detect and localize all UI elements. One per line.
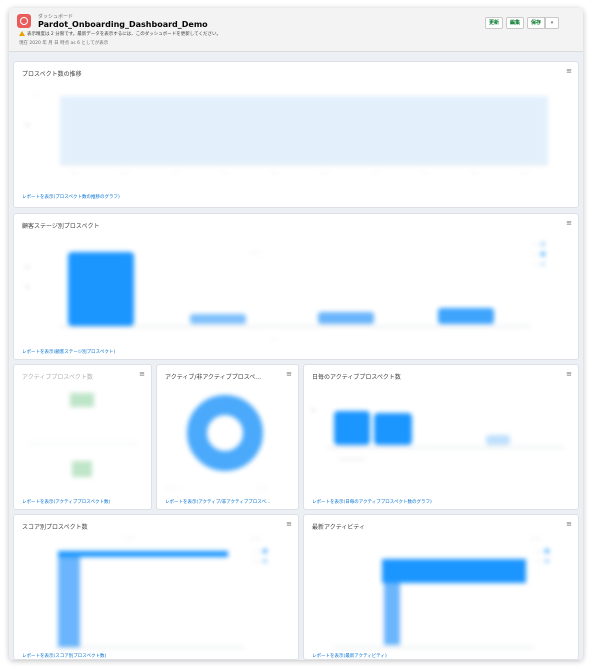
trend-area-fill	[60, 96, 548, 164]
chevron-down-icon: ▾	[550, 20, 554, 26]
card-menu-icon[interactable]: ≡	[566, 67, 572, 75]
bar	[72, 461, 92, 477]
card-menu-icon[interactable]: ≡	[286, 520, 292, 528]
donut-ring	[187, 395, 263, 471]
card-menu-icon[interactable]: ≡	[566, 219, 572, 227]
bar	[58, 551, 228, 557]
card-title: プロスペクト数の推移	[22, 71, 82, 78]
card-title: 最新アクティビティ	[312, 524, 365, 531]
edit-button[interactable]: 編集	[506, 17, 524, 29]
card-menu-icon[interactable]: ≡	[286, 370, 292, 378]
score-chart-card: スコア別プロスペクト数 ≡ -------- ------ ---- ---- …	[13, 514, 299, 660]
bar	[318, 312, 374, 324]
card-title: 顧客ステージ別プロスペクト	[22, 223, 100, 230]
bar	[68, 252, 134, 326]
as-of-date: 現在 2020 年 月 日 時点 as 6 としてが表示	[19, 41, 109, 46]
lifecycle-chart-card: 顧客ステージ別プロスペクト ≡ ▪ ▪ ---- -------- — — — …	[13, 213, 579, 360]
view-report-link[interactable]: レポートを表示(アクティブ/非アクティブプロスペ...	[165, 499, 270, 505]
bar	[58, 557, 80, 647]
dashboard-title: Pardot_Onboarding_Dashboard_Demo	[38, 20, 208, 29]
more-actions-button[interactable]: ▾	[545, 17, 559, 29]
save-button[interactable]: 保存	[527, 17, 545, 29]
card-menu-icon[interactable]: ≡	[139, 370, 145, 378]
page-type-label: ダッシュボード	[38, 14, 74, 20]
dashboard-icon	[17, 14, 31, 28]
view-report-link[interactable]: レポートを表示(スコア別プロスペクト数)	[22, 653, 106, 659]
refresh-button[interactable]: 更新	[485, 17, 503, 29]
view-report-link[interactable]: レポートを表示(アクティブプロスペクト数)	[22, 499, 110, 505]
card-title: アクティブプロスペクト数	[22, 374, 93, 381]
card-menu-icon[interactable]: ≡	[566, 370, 572, 378]
card-title: スコア別プロスペクト数	[22, 524, 88, 531]
view-report-link[interactable]: レポートを表示(最新アクティビティ)	[312, 653, 387, 659]
bar	[384, 583, 400, 645]
bar	[382, 559, 526, 583]
card-title: アクティブ/非アクティブプロスペ...	[165, 374, 262, 381]
trend-chart-card: プロスペクト数の推移 ≡ — ▪ ---- ---- ---- ---- ---…	[13, 61, 579, 208]
recent-activity-card: 最新アクティビティ ≡ ------ ---- ---- レポートを表示(最新ア…	[303, 514, 579, 660]
card-menu-icon[interactable]: ≡	[566, 520, 572, 528]
bar	[486, 435, 510, 445]
bar	[70, 393, 94, 407]
dashboard-frame: ダッシュボード Pardot_Onboarding_Dashboard_Demo…	[9, 8, 583, 660]
active-ratio-card: アクティブ/非アクティブプロスペ... ≡ ------ -- -- ---- …	[156, 364, 299, 510]
bar	[334, 411, 370, 445]
card-title: 日毎のアクティブプロスペクト数	[312, 374, 401, 381]
bar	[190, 314, 246, 324]
view-report-link[interactable]: レポートを表示(顧客ステージ別プロスペクト)	[22, 349, 115, 355]
view-report-link[interactable]: レポートを表示(日毎のアクティブプロスペクト数のグラフ)	[312, 499, 432, 505]
daily-active-card: 日毎のアクティブプロスペクト数 ≡ ▪ / / / / / / / / / / …	[303, 364, 579, 510]
dashboard-header: ダッシュボード Pardot_Onboarding_Dashboard_Demo…	[9, 8, 583, 52]
view-report-link[interactable]: レポートを表示(プロスペクト数の推移のグラフ)	[22, 194, 120, 200]
bar	[438, 308, 494, 324]
warning-text: 表示精度は 2 分限です。最新データを表示するには、このダッシュボードを更新して…	[27, 32, 222, 37]
bar	[374, 413, 412, 445]
stale-data-warning: 表示精度は 2 分限です。最新データを表示するには、このダッシュボードを更新して…	[19, 31, 221, 37]
warning-icon	[19, 31, 25, 36]
active-count-card: アクティブプロスペクト数 ≡ レポートを表示(アクティブプロスペクト数)	[13, 364, 152, 510]
